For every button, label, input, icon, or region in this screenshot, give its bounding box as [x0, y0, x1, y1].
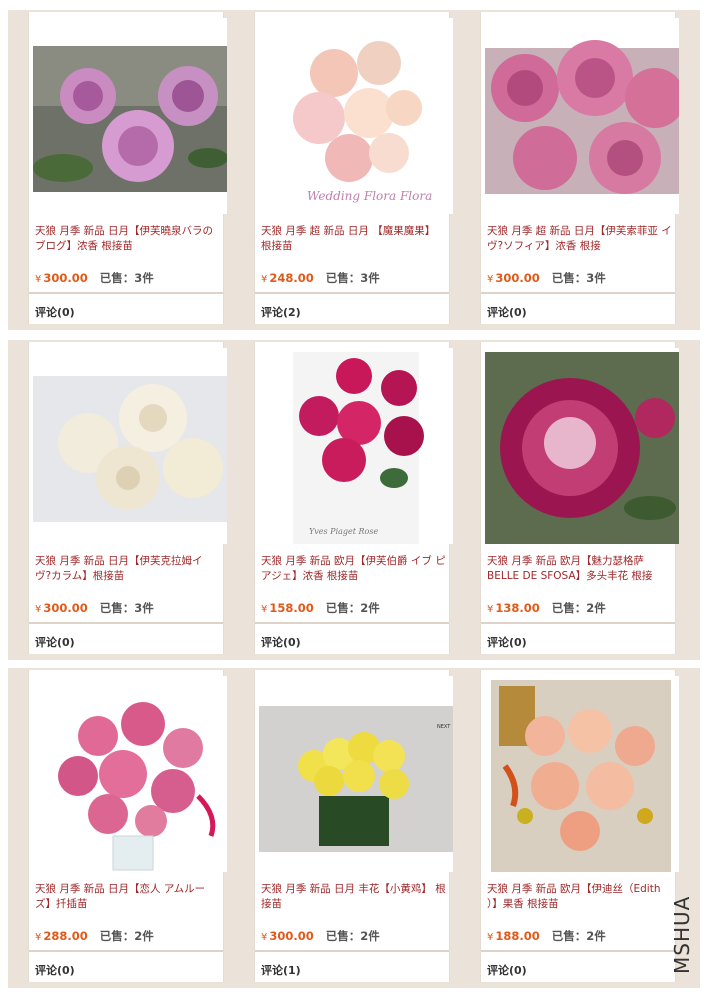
product-price: ¥288.00 — [35, 929, 88, 943]
product-card[interactable]: Wedding Flora Flora 天狼 月季 超 新品 日月 【魔果魔果】… — [254, 12, 453, 324]
divider — [29, 950, 223, 952]
product-image[interactable] — [485, 18, 679, 214]
product-title[interactable]: 天狼 月季 超 新品 日月 【魔果魔果】 根接苗 — [261, 224, 447, 254]
product-price: ¥158.00 — [261, 601, 314, 615]
product-card[interactable]: 天狼 月季 新品 日月【恋人 アムルー ズ】扦插苗 ¥288.00 已售：2件 评… — [28, 670, 227, 982]
product-title[interactable]: 天狼 月季 新品 欧月【伊芙伯爵 イブ ピアジェ】浓香 根接苗 — [261, 554, 447, 584]
divider — [481, 622, 675, 624]
review-link[interactable]: 评论(0) — [35, 634, 75, 650]
product-image[interactable]: Wedding Flora Flora — [259, 18, 453, 214]
product-image[interactable]: Yves Piaget Rose — [259, 348, 453, 544]
product-card[interactable]: NEXT 天狼 月季 新品 日月 丰花【小黄鸡】 根接苗 ¥300.00 已售：2… — [254, 670, 453, 982]
image-next-tag: NEXT — [437, 724, 451, 730]
sold-count: 已售：2件 — [325, 929, 380, 943]
divider — [481, 292, 675, 294]
product-price: ¥300.00 — [261, 929, 314, 943]
sold-count: 已售：2件 — [99, 929, 154, 943]
divider — [29, 622, 223, 624]
product-image[interactable] — [33, 348, 227, 544]
sold-count: 已售：2件 — [325, 601, 380, 615]
product-price: ¥188.00 — [487, 929, 540, 943]
review-link[interactable]: 评论(0) — [487, 634, 527, 650]
product-image[interactable] — [485, 676, 679, 872]
image-watermark: Yves Piaget Rose — [309, 527, 378, 536]
sold-count: 已售：3件 — [325, 271, 380, 285]
product-price: ¥300.00 — [35, 601, 88, 615]
divider — [481, 950, 675, 952]
review-link[interactable]: 评论(0) — [487, 304, 527, 320]
product-title[interactable]: 天狼 月季 超 新品 日月【伊芙索菲亚 イヴ?ソフィア】浓香 根接 — [487, 224, 673, 254]
watermark-text: MSHUA — [670, 895, 694, 975]
divider — [255, 292, 449, 294]
product-title[interactable]: 天狼 月季 新品 日月 丰花【小黄鸡】 根接苗 — [261, 882, 447, 912]
review-link[interactable]: 评论(0) — [35, 304, 75, 320]
product-card[interactable]: 天狼 月季 新品 欧月【伊迪丝（Edith ）】果香 根接苗 ¥188.00 已售… — [480, 670, 679, 982]
product-image[interactable] — [485, 348, 679, 544]
sold-count: 已售：2件 — [551, 929, 606, 943]
sold-count: 已售：3件 — [551, 271, 606, 285]
product-card[interactable]: Yves Piaget Rose 天狼 月季 新品 欧月【伊芙伯爵 イブ ピアジ… — [254, 342, 453, 654]
divider — [29, 292, 223, 294]
image-watermark: Wedding Flora Flora — [307, 189, 432, 203]
sold-count: 已售：3件 — [99, 601, 154, 615]
product-card[interactable]: 天狼 月季 新品 日月【伊芙克拉姆イ ヴ?カラム】根接苗 ¥300.00 已售：3… — [28, 342, 227, 654]
product-image[interactable]: NEXT — [259, 676, 453, 872]
product-card[interactable]: 天狼 月季 超 新品 日月【伊芙索菲亚 イヴ?ソフィア】浓香 根接 ¥300.0… — [480, 12, 679, 324]
product-title[interactable]: 天狼 月季 新品 日月【伊芙克拉姆イ ヴ?カラム】根接苗 — [35, 554, 221, 584]
product-image[interactable] — [33, 676, 227, 872]
divider — [255, 622, 449, 624]
product-title[interactable]: 天狼 月季 新品 日月【伊芙曉泉バラの ブログ】浓香 根接苗 — [35, 224, 221, 254]
product-card[interactable]: 天狼 月季 新品 欧月【魅力瑟格萨 BELLE DE SFOSA】多头丰花 根接… — [480, 342, 679, 654]
sold-count: 已售：3件 — [99, 271, 154, 285]
sold-count: 已售：2件 — [551, 601, 606, 615]
review-link[interactable]: 评论(1) — [261, 962, 301, 978]
review-link[interactable]: 评论(0) — [35, 962, 75, 978]
review-link[interactable]: 评论(0) — [487, 962, 527, 978]
review-link[interactable]: 评论(2) — [261, 304, 301, 320]
divider — [255, 950, 449, 952]
product-image[interactable] — [33, 18, 227, 214]
product-title[interactable]: 天狼 月季 新品 欧月【魅力瑟格萨 BELLE DE SFOSA】多头丰花 根接 — [487, 554, 673, 584]
product-price: ¥300.00 — [487, 271, 540, 285]
product-price: ¥300.00 — [35, 271, 88, 285]
review-link[interactable]: 评论(0) — [261, 634, 301, 650]
product-card[interactable]: 天狼 月季 新品 日月【伊芙曉泉バラの ブログ】浓香 根接苗 ¥300.00 已售… — [28, 12, 227, 324]
product-price: ¥138.00 — [487, 601, 540, 615]
product-price: ¥248.00 — [261, 271, 314, 285]
product-title[interactable]: 天狼 月季 新品 欧月【伊迪丝（Edith ）】果香 根接苗 — [487, 882, 673, 912]
product-title[interactable]: 天狼 月季 新品 日月【恋人 アムルー ズ】扦插苗 — [35, 882, 221, 912]
